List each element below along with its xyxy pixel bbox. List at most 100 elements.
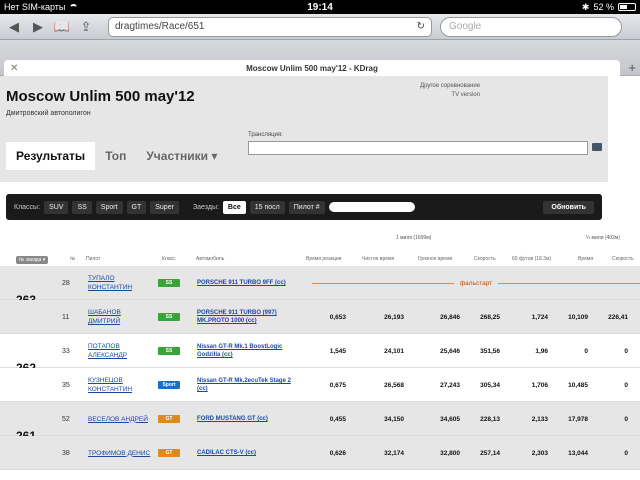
battery-icon [617,3,636,11]
stream-icon[interactable] [592,143,602,151]
pilot-label: Пилот # [288,200,325,214]
stars-all[interactable]: Все [222,200,246,214]
value-reaction: 0,675 [329,381,346,389]
back-icon[interactable]: ◀ [6,19,22,35]
car-link[interactable]: FORD MUSTANG GT (cc) [197,402,297,436]
value-speed: 257,14 [480,449,500,457]
class-badge: SS [158,279,180,287]
value-gross: 32,800 [440,449,460,457]
race-header: Moscow Unlim 500 may'12 Дмитровский авто… [0,76,608,182]
stream-input[interactable] [248,141,588,155]
col-car: Автомобиль [196,256,225,262]
tab-title: Moscow Unlim 500 may'12 - KDrag [246,63,378,73]
entry-number: 11 [62,313,70,321]
value-speed2: 0 [624,381,628,389]
refresh-button[interactable]: Обновить [543,200,594,214]
value-reaction: 0,653 [329,313,346,321]
car-link[interactable]: CADILAC CTS-V (cc) [197,436,297,470]
url-bar[interactable]: dragtimes/Race/651 ↻ [108,16,432,37]
browser-tab-bar: ✕ Moscow Unlim 500 may'12 - KDrag + [0,40,640,76]
value-net: 24,101 [384,347,404,355]
col-class: Класс [162,256,176,262]
race-title: Moscow Unlim 500 may'12 [6,88,195,105]
class-suv[interactable]: SUV [44,200,69,214]
car-link[interactable]: PORSCHE 911 TURBO 9FF (cc) [197,266,297,300]
share-icon[interactable]: ⇪ [78,19,94,35]
value-net: 26,568 [384,381,404,389]
col-speed2: Скорость [612,256,634,262]
col-sixty: 60 футов (18.3м) [512,256,552,262]
new-tab-icon[interactable]: + [628,60,636,75]
class-badge-cell: GT [158,402,180,436]
browser-tab[interactable]: ✕ Moscow Unlim 500 may'12 - KDrag [4,60,620,76]
value-sixty: 2,303 [531,449,548,457]
entry-number: 33 [62,347,70,355]
value-reaction: 0,455 [329,415,346,423]
car-link[interactable]: PORSCHE 911 TURBO (997) MK.PROTO 1000 (c… [197,300,297,334]
value-time: 10,485 [568,381,588,389]
value-net: 34,150 [384,415,404,423]
value-speed: 228,13 [480,415,500,423]
tab-top[interactable]: Топ [95,142,136,170]
col-gross: Грязное время [418,256,453,262]
table-row[interactable]: 11 ШАБАНОВ ДМИТРИЙ SS PORSCHE 911 TURBO (99… [0,300,640,334]
value-speed: 351,56 [480,347,500,355]
tv-version-link[interactable]: TV version [420,91,480,100]
stars-last15[interactable]: 15 посл [249,200,285,214]
value-sixty: 1,724 [531,313,548,321]
entry-number: 28 [62,279,70,287]
value-time: 10,109 [568,313,588,321]
class-ss[interactable]: SS [72,200,92,214]
forward-icon[interactable]: ▶ [30,19,46,35]
sort-dropdown[interactable]: № заезда ▾ [16,256,49,264]
table-row[interactable]: 28 ТУПАЛО КОНСТАНТИН SS PORSCHE 911 TURBO 9… [0,266,640,300]
col-time: Время [578,256,594,262]
pilot-link[interactable]: ТРОФИМОВ ДЕНИС [88,436,152,470]
tab-participants[interactable]: Участники ▾ [136,142,227,170]
pilot-link[interactable]: КУЗНЕЦОВ КОНСТАНТИН [88,368,152,402]
pilot-input[interactable] [328,202,415,212]
value-speed2: 0 [624,415,628,423]
car-link[interactable]: Nissan GT-R Mk.1 BoostLogic Godzilla (cc… [197,334,297,368]
value-speed2: 0 [624,347,628,355]
entry-number: 52 [62,415,70,423]
filter-bar: Классы: SUV SS Sport GT Super Заезды: Вс… [6,194,602,220]
value-sixty: 1,96 [535,347,548,355]
car-link[interactable]: Nissan GT-R Mk.2ecuTek Stage 2 (cc) [197,368,297,402]
class-gt[interactable]: GT [126,200,147,214]
other-competition-link[interactable]: Другое соревнование [420,82,480,91]
table-row[interactable]: 33 ПОТАПОВ АЛЕКСАНДР SS Nissan GT-R Mk.1 Bo… [0,334,640,368]
class-super[interactable]: Super [150,200,179,214]
url-text: dragtimes/Race/651 [115,21,205,32]
reload-icon[interactable]: ↻ [417,21,425,32]
browser-toolbar: ◀ ▶ 📖 ⇪ dragtimes/Race/651 ↻ Google [0,14,640,40]
col-speed: Скорость [474,256,496,262]
entry-number: 35 [62,381,70,389]
pilot-link[interactable]: ПОТАПОВ АЛЕКСАНДР [88,334,152,368]
pilot-link[interactable]: ШАБАНОВ ДМИТРИЙ [88,300,152,334]
value-speed2: 226,41 [608,313,628,321]
value-speed: 268,25 [480,313,500,321]
table-row[interactable]: 38 ТРОФИМОВ ДЕНИС GT CADILAC CTS-V (cc) 0,62… [0,436,640,470]
value-time: 17,978 [568,415,588,423]
ios-status-bar: Нет SIM-карты 19:14 ✱ 52 % [0,0,640,14]
table-header: № заезда ▾ № Пилот Класс Автомобиль Врем… [0,253,640,265]
pilot-link[interactable]: ВЕСЕЛОВ АНДРЕЙ [88,402,152,436]
search-field[interactable]: Google [440,16,622,37]
class-sport[interactable]: Sport [95,200,123,214]
units-mile: ¼ мили (402м) [586,235,620,241]
classes-label: Классы: [14,203,41,211]
table-row[interactable]: 52 ВЕСЕЛОВ АНДРЕЙ GT FORD MUSTANG GT (cc) 0,… [0,402,640,436]
table-row[interactable]: 35 КУЗНЕЦОВ КОНСТАНТИН Sport Nissan GT-R Mk… [0,368,640,402]
class-badge-cell: Sport [158,368,180,402]
carrier-label: Нет SIM-карты [4,2,66,12]
tab-results[interactable]: Результаты [6,142,96,170]
bookmarks-icon[interactable]: 📖 [54,19,70,35]
page-content: Moscow Unlim 500 may'12 Дмитровский авто… [0,76,640,480]
pilot-link[interactable]: ТУПАЛО КОНСТАНТИН [88,266,152,300]
close-tab-icon[interactable]: ✕ [10,63,18,74]
class-badge-cell: SS [158,300,180,334]
class-badge: SS [158,347,180,355]
false-start-line [312,282,454,284]
value-gross: 34,605 [440,415,460,423]
